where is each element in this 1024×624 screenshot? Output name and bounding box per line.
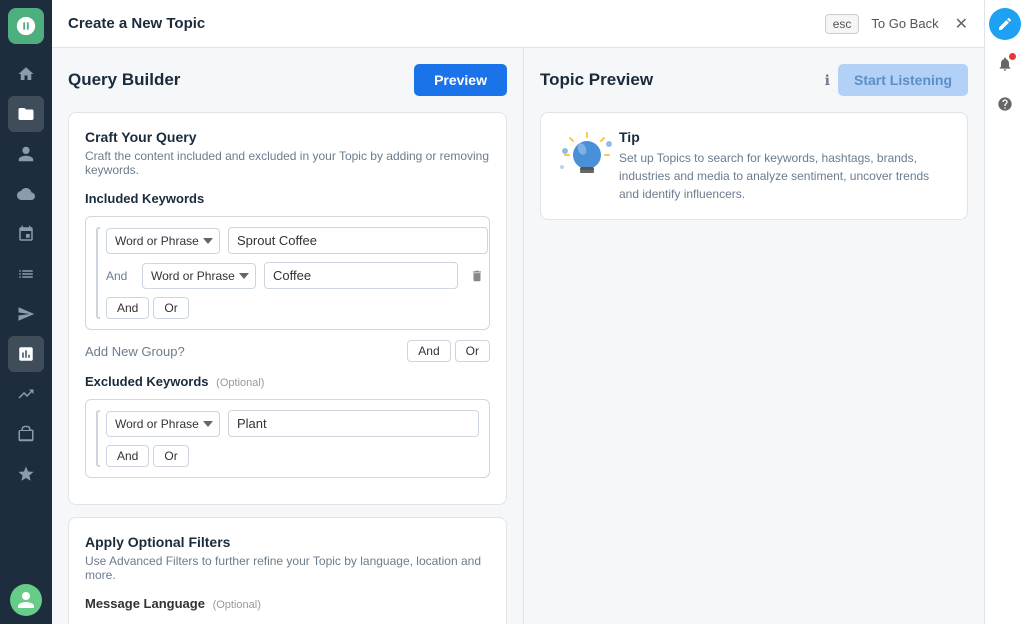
excl-group-bracket (96, 410, 100, 467)
keyword-input-2[interactable] (264, 262, 458, 289)
add-new-group-row: Add New Group? And Or (85, 340, 490, 362)
excl-or-button[interactable]: Or (153, 445, 188, 467)
craft-subtitle: Craft the content included and excluded … (85, 149, 490, 177)
message-language-label: Message Language (Optional) (85, 596, 490, 611)
excl-keyword-type-select[interactable]: Word or Phrase Hashtag Mention URL (106, 411, 220, 437)
and-button[interactable]: And (106, 297, 149, 319)
excl-keyword-input[interactable] (228, 410, 479, 437)
sidebar-item-cloud[interactable] (8, 176, 44, 212)
delete-keyword-button[interactable] (466, 265, 488, 287)
sidebar-item-user[interactable] (8, 136, 44, 172)
keyword-type-select-1[interactable]: Word or Phrase Hashtag Mention URL (106, 228, 220, 254)
filters-subtitle: Use Advanced Filters to further refine y… (85, 554, 490, 582)
craft-query-card: Craft Your Query Craft the content inclu… (68, 112, 507, 505)
right-panel-header: Topic Preview ℹ Start Listening (540, 64, 968, 96)
and-connector: And (106, 269, 134, 283)
included-keywords-label: Included Keywords (85, 191, 490, 206)
main-content: Create a New Topic esc To Go Back ✕ Quer… (52, 0, 984, 624)
close-icon[interactable]: ✕ (955, 14, 968, 34)
info-icon[interactable]: ℹ (825, 72, 830, 89)
topic-preview-title: Topic Preview (540, 70, 653, 90)
add-group-buttons: And Or (407, 340, 490, 362)
included-keyword-group: Word or Phrase Hashtag Mention URL And (85, 216, 490, 330)
query-builder-title: Query Builder (68, 70, 180, 90)
sidebar-item-list[interactable] (8, 256, 44, 292)
keyword-type-select-2[interactable]: Word or Phrase Hashtag Mention URL (142, 263, 256, 289)
filters-title: Apply Optional Filters (85, 534, 490, 550)
edit-button[interactable] (989, 8, 1021, 40)
sidebar (0, 0, 52, 624)
sidebar-item-chart[interactable] (8, 376, 44, 412)
go-back-label[interactable]: To Go Back (871, 16, 938, 31)
tip-title: Tip (619, 129, 951, 145)
app-logo[interactable] (8, 8, 44, 44)
message-language-optional: (Optional) (213, 599, 261, 611)
tip-content: Tip Set up Topics to search for keywords… (619, 129, 951, 203)
user-avatar[interactable] (10, 584, 42, 616)
right-panel-actions: ℹ Start Listening (825, 64, 968, 96)
excluded-keyword-group: Word or Phrase Hashtag Mention URL And (85, 399, 490, 478)
group-bracket (96, 227, 100, 319)
optional-filters-card: Apply Optional Filters Use Advanced Filt… (68, 517, 507, 624)
keyword-row-1: Word or Phrase Hashtag Mention URL (106, 227, 488, 254)
sidebar-item-send[interactable] (8, 296, 44, 332)
or-button[interactable]: Or (153, 297, 188, 319)
tip-illustration (557, 129, 605, 177)
sidebar-item-star[interactable] (8, 456, 44, 492)
start-listening-button[interactable]: Start Listening (838, 64, 968, 96)
panel-header: Query Builder Preview (68, 64, 507, 96)
keyword-row-2: And Word or Phrase Hashtag Mention URL (106, 262, 488, 289)
excl-and-button[interactable]: And (106, 445, 149, 467)
add-group-label: Add New Group? (85, 344, 185, 359)
add-group-or-button[interactable]: Or (455, 340, 490, 362)
excl-group-bracket-wrapper: Word or Phrase Hashtag Mention URL And (96, 410, 479, 467)
right-icon-bar (984, 0, 1024, 624)
preview-button[interactable]: Preview (414, 64, 507, 96)
excluded-keywords-label: Excluded Keywords (Optional) (85, 374, 490, 389)
tip-text: Set up Topics to search for keywords, ha… (619, 149, 951, 203)
add-group-and-button[interactable]: And (407, 340, 450, 362)
keyword-input-1[interactable] (228, 227, 488, 254)
content-area: Query Builder Preview Craft Your Query C… (52, 48, 984, 624)
page-title: Create a New Topic (68, 15, 813, 32)
craft-title: Craft Your Query (85, 129, 490, 145)
left-panel: Query Builder Preview Craft Your Query C… (52, 48, 524, 624)
esc-badge: esc (825, 14, 860, 34)
excl-and-or-row: And Or (106, 445, 479, 467)
excluded-optional-tag: (Optional) (216, 377, 264, 389)
excl-keyword-row-1: Word or Phrase Hashtag Mention URL (106, 410, 479, 437)
help-button[interactable] (989, 88, 1021, 120)
sidebar-item-briefcase[interactable] (8, 416, 44, 452)
right-panel: Topic Preview ℹ Start Listening (524, 48, 984, 624)
and-or-row: And Or (106, 297, 488, 319)
group-bracket-wrapper: Word or Phrase Hashtag Mention URL And (96, 227, 479, 319)
sidebar-item-home[interactable] (8, 56, 44, 92)
sidebar-item-folder[interactable] (8, 96, 44, 132)
sidebar-item-pin[interactable] (8, 216, 44, 252)
topbar: Create a New Topic esc To Go Back ✕ (52, 0, 984, 48)
group-content: Word or Phrase Hashtag Mention URL And (106, 227, 488, 319)
tip-card: Tip Set up Topics to search for keywords… (540, 112, 968, 220)
sidebar-item-analytics[interactable] (8, 336, 44, 372)
excl-group-content: Word or Phrase Hashtag Mention URL And (106, 410, 479, 467)
notifications-button[interactable] (989, 48, 1021, 80)
